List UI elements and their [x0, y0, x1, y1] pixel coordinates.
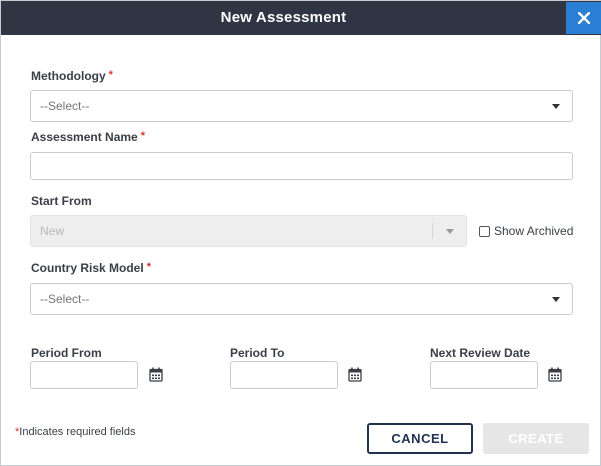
chevron-down-icon [552, 297, 560, 302]
show-archived-label: Show Archived [494, 224, 574, 238]
create-button[interactable]: CREATE [483, 423, 589, 454]
dialog-title-bar: New Assessment [1, 1, 601, 35]
country-risk-model-select[interactable]: --Select-- [30, 283, 573, 315]
required-marker: * [108, 69, 113, 81]
start-from-select: New [30, 215, 467, 247]
new-assessment-dialog: New Assessment Methodology * --Select-- A… [0, 0, 601, 466]
show-archived-checkbox[interactable] [479, 225, 490, 237]
period-to-input[interactable] [230, 361, 338, 389]
next-review-date-input[interactable] [430, 361, 538, 389]
country-risk-model-label: Country Risk Model * [31, 261, 151, 275]
close-icon [577, 12, 590, 24]
dialog-title: New Assessment [220, 9, 347, 26]
calendar-icon[interactable] [149, 367, 163, 382]
country-risk-model-value: --Select-- [40, 292, 90, 306]
required-marker: * [146, 261, 151, 273]
chevron-down-icon [446, 229, 454, 234]
next-review-date-label: Next Review Date [430, 346, 531, 360]
period-to-label: Period To [230, 346, 285, 360]
calendar-icon[interactable] [548, 367, 562, 382]
period-from-label: Period From [31, 346, 102, 360]
start-from-value: New [40, 224, 65, 238]
required-fields-note: *Indicates required fields [15, 426, 136, 438]
start-from-label: Start From [31, 194, 92, 208]
methodology-select[interactable]: --Select-- [30, 90, 573, 122]
assessment-name-input[interactable] [30, 152, 573, 180]
required-marker: * [140, 130, 146, 142]
methodology-label: Methodology * [31, 69, 113, 83]
close-button[interactable] [566, 2, 601, 34]
assessment-name-label: Assessment Name * [31, 130, 146, 144]
chevron-down-icon [552, 104, 560, 109]
show-archived-toggle[interactable]: Show Archived [479, 223, 573, 239]
calendar-icon[interactable] [348, 367, 362, 382]
period-from-input[interactable] [30, 361, 138, 389]
select-separator [432, 223, 433, 239]
methodology-value: --Select-- [40, 99, 90, 113]
cancel-button[interactable]: CANCEL [367, 423, 473, 454]
